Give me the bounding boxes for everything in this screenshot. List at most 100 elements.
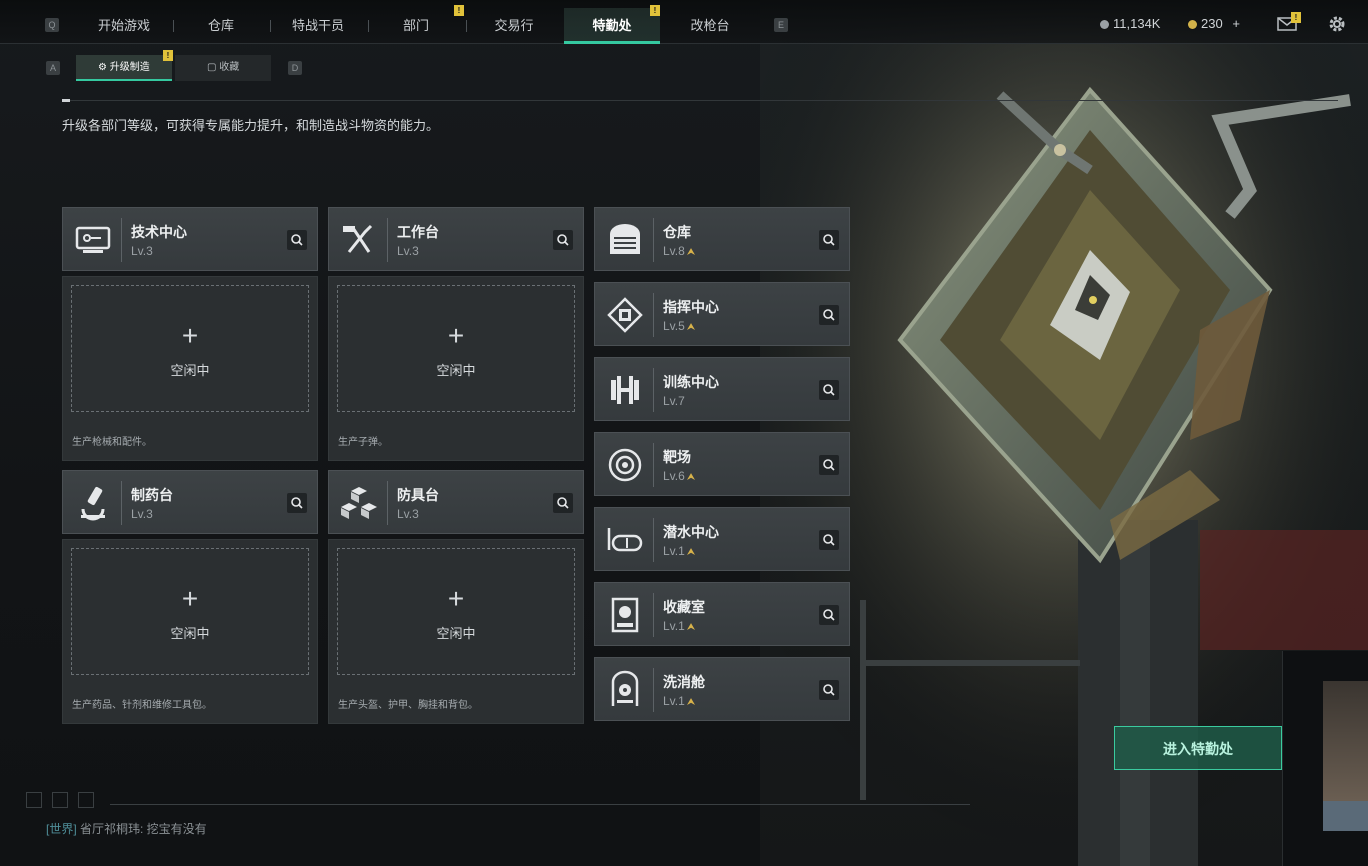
tab-label: 部门: [402, 18, 429, 33]
header-divider: [62, 100, 1338, 101]
facility-info-button[interactable]: [553, 493, 573, 513]
tab-trading[interactable]: 交易行: [466, 8, 562, 44]
production-slot-armor-bench[interactable]: + 空闲中 生产头盔、护甲、胸挂和背包。: [328, 539, 584, 724]
facility-card-command-center[interactable]: 指挥中心 Lv.5 ⮝: [594, 282, 850, 346]
card-separator: [121, 218, 122, 262]
dumbbell-icon: [611, 376, 639, 404]
slot-description: 生产药品、针剂和维修工具包。: [72, 700, 212, 711]
facility-card-pharmacy[interactable]: 制药台 Lv.3: [62, 470, 318, 534]
target-icon: [608, 448, 642, 482]
production-slot-pharmacy[interactable]: + 空闲中 生产药品、针剂和维修工具包。: [62, 539, 318, 724]
computer-icon: [75, 226, 111, 253]
facility-info-button[interactable]: [819, 230, 839, 250]
facility-level: Lv.1: [663, 544, 685, 558]
slot-status: 空闲中: [436, 363, 476, 378]
search-icon: [823, 609, 835, 621]
page-description: 升级各部门等级，可获得专属能力提升，和制造战斗物资的能力。: [62, 118, 440, 133]
card-separator: [387, 481, 388, 525]
facility-level-row: Lv.6 ⮝: [663, 469, 695, 483]
facility-card-shooting-range[interactable]: 靶场 Lv.6 ⮝: [594, 432, 850, 496]
facility-info-button[interactable]: [819, 455, 839, 475]
operator-portrait: [1323, 681, 1368, 801]
tab-label: 特战干员: [291, 18, 344, 33]
facility-level-row: Lv.1 ⮝: [663, 694, 695, 708]
facility-info-button[interactable]: [819, 530, 839, 550]
bottom-slot-3[interactable]: [78, 792, 94, 808]
prev-subtab-key-hint: A: [46, 61, 60, 75]
facility-level: Lv.1: [663, 619, 685, 633]
tab-special-ops[interactable]: 特勤处: [564, 8, 660, 44]
facility-info-button[interactable]: [287, 493, 307, 513]
production-slot-tech-center[interactable]: + 空闲中 生产枪械和配件。: [62, 276, 318, 461]
tab-operators[interactable]: 特战干员: [270, 8, 366, 44]
production-slot-workbench[interactable]: + 空闲中 生产子弹。: [328, 276, 584, 461]
upgrade-available-icon: ⮝: [686, 247, 696, 258]
slot-status: 空闲中: [170, 363, 210, 378]
facility-level: Lv.5: [663, 319, 685, 333]
next-tab-key-hint: E: [774, 18, 788, 32]
facility-card-warehouse[interactable]: 仓库 Lv.8 ⮝: [594, 207, 850, 271]
tab-gunsmith[interactable]: 改枪台: [662, 8, 758, 44]
thumbnail-footer: [1323, 801, 1368, 831]
facility-card-workbench[interactable]: 工作台 Lv.3: [328, 207, 584, 271]
facility-name: 训练中心: [663, 374, 719, 390]
next-subtab-key-hint: D: [288, 61, 302, 75]
slot-description: 生产子弹。: [338, 437, 388, 448]
facility-level-row: Lv.1 ⮝: [663, 544, 695, 558]
facility-card-training-center[interactable]: 训练中心 Lv.7: [594, 357, 850, 421]
slot-dashed-area[interactable]: + 空闲中: [337, 548, 575, 675]
facility-info-button[interactable]: [287, 230, 307, 250]
slot-dashed-area[interactable]: + 空闲中: [337, 285, 575, 412]
facility-card-diving-center[interactable]: 潜水中心 Lv.1 ⮝: [594, 507, 850, 571]
facility-card-tech-center[interactable]: 技术中心 Lv.3: [62, 207, 318, 271]
tab-start-game[interactable]: 开始游戏: [76, 8, 172, 44]
search-icon: [557, 234, 569, 246]
bottom-divider: [110, 804, 970, 805]
card-separator: [653, 368, 654, 412]
enter-special-ops-button[interactable]: 进入特勤处: [1114, 726, 1282, 770]
collection-icon: ▢: [207, 62, 217, 73]
special-ops-notification-badge: !: [650, 5, 660, 16]
facility-name: 靶场: [663, 449, 691, 465]
currency-premium: 230 +: [1188, 16, 1240, 31]
facility-info-button[interactable]: [819, 605, 839, 625]
facility-info-button[interactable]: [819, 380, 839, 400]
tab-departments[interactable]: 部门: [368, 8, 464, 44]
plus-icon: +: [181, 583, 199, 614]
add-currency-button[interactable]: +: [1232, 16, 1240, 31]
slot-dashed-area[interactable]: + 空闲中: [71, 548, 309, 675]
slot-dashed-area[interactable]: + 空闲中: [71, 285, 309, 412]
search-icon: [823, 384, 835, 396]
warehouse-icon: [610, 224, 640, 254]
facility-name: 技术中心: [131, 224, 187, 240]
facility-card-collection-room[interactable]: 收藏室 Lv.1 ⮝: [594, 582, 850, 646]
bottom-slot-1[interactable]: [26, 792, 42, 808]
upgrade-available-icon: ⮝: [686, 547, 696, 558]
facility-card-armor-bench[interactable]: 防具台 Lv.3: [328, 470, 584, 534]
card-separator: [653, 518, 654, 562]
departments-notification-badge: !: [454, 5, 464, 16]
card-separator: [653, 593, 654, 637]
subtab-collection[interactable]: ▢ 收藏: [175, 55, 271, 81]
facility-info-button[interactable]: [819, 680, 839, 700]
currency-havoc-coins: 11,134K: [1100, 16, 1160, 31]
card-separator: [653, 293, 654, 337]
tab-warehouse[interactable]: 仓库: [173, 8, 269, 44]
facility-info-button[interactable]: [553, 230, 573, 250]
facility-card-decontamination[interactable]: 洗消舱 Lv.1 ⮝: [594, 657, 850, 721]
facility-level: Lv.6: [663, 469, 685, 483]
tab-label: 特勤处: [592, 18, 632, 33]
upgrade-available-icon: ⮝: [686, 697, 696, 708]
subtab-upgrade-craft[interactable]: ⚙ 升级制造: [76, 55, 172, 81]
facility-level: Lv.3: [131, 244, 153, 258]
facility-name: 防具台: [397, 487, 439, 503]
slot-status: 空闲中: [436, 626, 476, 641]
settings-button[interactable]: [1327, 14, 1347, 34]
world-chat-message[interactable]: [世界] 省厅祁桐玮: 挖宝有没有: [46, 820, 207, 837]
bottom-slot-2[interactable]: [52, 792, 68, 808]
plus-icon: +: [447, 320, 465, 351]
search-icon: [291, 234, 303, 246]
upgrade-available-icon: ⮝: [686, 322, 696, 333]
facility-level: Lv.3: [397, 244, 419, 258]
facility-info-button[interactable]: [819, 305, 839, 325]
